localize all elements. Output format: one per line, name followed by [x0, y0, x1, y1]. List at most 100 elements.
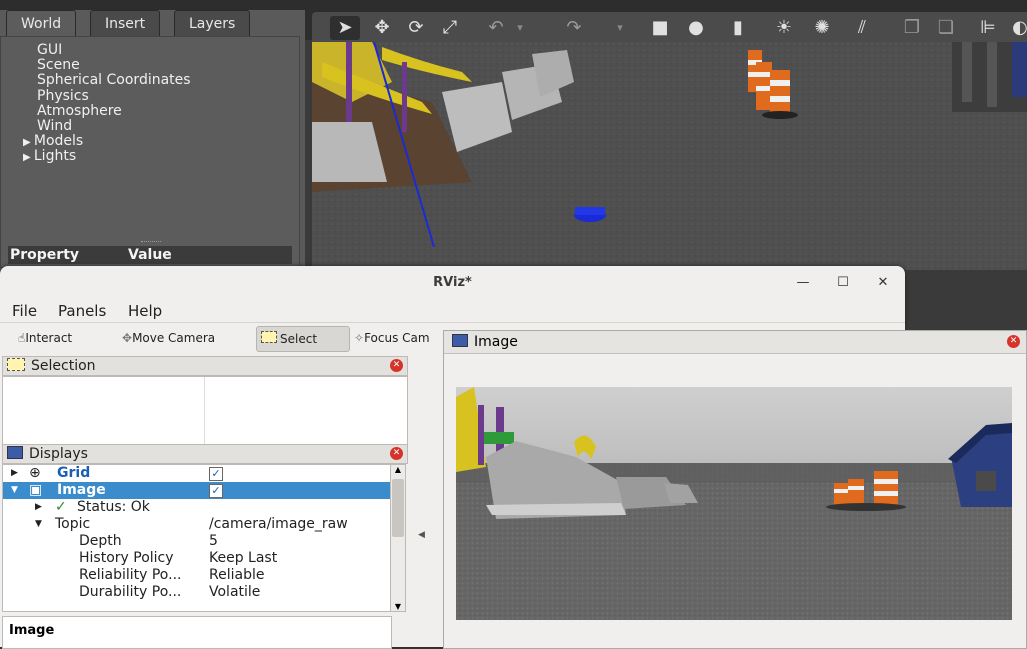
focus-camera-tool-label: Focus Cam [364, 331, 430, 345]
tree-item-wind[interactable]: Wind [37, 119, 72, 134]
redo-dropdown-icon[interactable]: ▾ [608, 16, 632, 40]
close-panel-icon[interactable]: ✕ [1007, 335, 1020, 348]
rotate-mode-icon[interactable]: ⟳ [404, 16, 428, 40]
copy-icon[interactable]: ❐ [900, 16, 924, 40]
displays-scrollbar[interactable]: ▲ ▼ [390, 464, 406, 612]
property-row-depth[interactable]: Depth 5 [3, 533, 391, 550]
grid-icon: ⊕ [29, 465, 41, 481]
gazebo-toolbar: ➤ ✥ ⟳ ⤢ ↶ ▾ ↷ ▾ ■ ● ▮ ☀ ✺ ⫽ ❐ ❏ ⊫ ◐ [312, 12, 1027, 44]
undo-dropdown-icon[interactable]: ▾ [508, 16, 532, 40]
tree-item-physics[interactable]: Physics [37, 89, 89, 104]
close-panel-icon[interactable]: ✕ [390, 359, 403, 372]
align-icon[interactable]: ⊫ [976, 16, 1000, 40]
image-display-window: Image ✕ [443, 330, 1027, 649]
tree-item-spherical-coordinates[interactable]: Spherical Coordinates [37, 73, 191, 88]
spot-light-icon[interactable]: ✺ [810, 16, 834, 40]
property-row-topic[interactable]: ▼ Topic /camera/image_raw [3, 516, 391, 533]
selection-panel-title: Selection [31, 358, 96, 374]
property-value[interactable]: /camera/image_raw [209, 516, 348, 533]
splitter-collapse-icon[interactable]: ◀ [418, 530, 425, 540]
selection-panel-body [2, 376, 408, 446]
menu-panels[interactable]: Panels [58, 302, 106, 320]
status-ok-icon: ✓ [55, 499, 67, 515]
maximize-icon[interactable]: ☐ [834, 274, 852, 292]
image-window-header[interactable]: Image ✕ [444, 331, 1026, 354]
scroll-up-icon[interactable]: ▲ [391, 465, 405, 474]
select-box-icon [261, 331, 277, 343]
gazebo-3d-view[interactable] [312, 42, 1027, 270]
scene-render [312, 42, 1027, 270]
paste-icon[interactable]: ❏ [934, 16, 958, 40]
display-row-grid[interactable]: ▶ ⊕ Grid ✓ [3, 465, 391, 482]
grid-enabled-checkbox[interactable]: ✓ [209, 465, 223, 482]
image-window-icon [452, 334, 468, 347]
display-label: Image [57, 482, 106, 498]
tab-layers[interactable]: Layers [174, 10, 251, 37]
expand-arrow-icon[interactable]: ▼ [35, 516, 42, 533]
redo-icon[interactable]: ↷ [562, 16, 586, 40]
expand-arrow-icon[interactable]: ▶ [23, 152, 34, 163]
tab-insert[interactable]: Insert [90, 10, 161, 37]
image-enabled-checkbox[interactable]: ✓ [209, 482, 223, 499]
focus-camera-tool[interactable]: ✧Focus Cam [350, 326, 434, 350]
cylinder-shape-icon[interactable]: ▮ [726, 16, 750, 40]
property-label: Status: Ok [77, 499, 150, 515]
move-camera-icon: ✥ [122, 331, 133, 345]
snap-icon[interactable]: ◐ [1008, 16, 1027, 40]
property-row-status[interactable]: ▶ ✓ Status: Ok [3, 499, 391, 516]
property-value[interactable]: Reliable [209, 567, 264, 584]
property-value[interactable]: Keep Last [209, 550, 277, 567]
property-row-durability-policy[interactable]: Durability Po... Volatile [3, 584, 391, 601]
property-row-history-policy[interactable]: History Policy Keep Last [3, 550, 391, 567]
undo-icon[interactable]: ↶ [484, 16, 508, 40]
camera-image [456, 387, 1012, 620]
select-tool[interactable]: Select [256, 326, 350, 352]
menu-help[interactable]: Help [128, 302, 162, 320]
collapse-arrow-icon[interactable]: ▶ [11, 465, 18, 482]
tree-item-lights-label: Lights [33, 148, 77, 164]
sphere-shape-icon[interactable]: ● [684, 16, 708, 40]
scroll-thumb[interactable] [392, 479, 404, 537]
select-mode-icon[interactable]: ➤ [330, 16, 360, 40]
scroll-down-icon[interactable]: ▼ [391, 602, 405, 611]
translate-mode-icon[interactable]: ✥ [370, 16, 394, 40]
world-tree: GUI Scene Spherical Coordinates Physics … [0, 36, 300, 268]
tree-item-scene[interactable]: Scene [37, 58, 80, 73]
property-row-reliability-policy[interactable]: Reliability Po... Reliable [3, 567, 391, 584]
monitor-icon [7, 446, 23, 459]
displays-panel-title: Displays [29, 446, 88, 462]
tree-item-gui[interactable]: GUI [37, 43, 62, 58]
expand-arrow-icon[interactable]: ▶ [23, 137, 34, 148]
window-title: RViz* [433, 275, 472, 290]
tree-item-models-label: Models [33, 133, 84, 149]
move-camera-tool-label: Move Camera [132, 331, 216, 345]
interact-tool-label: Interact [25, 331, 73, 345]
minimize-icon[interactable]: — [794, 274, 812, 292]
collapse-arrow-icon[interactable]: ▶ [35, 499, 42, 516]
tree-item-atmosphere[interactable]: Atmosphere [37, 104, 122, 119]
expand-arrow-icon[interactable]: ▼ [11, 482, 18, 499]
displays-panel-header: Displays ✕ [2, 444, 408, 464]
scale-mode-icon[interactable]: ⤢ [438, 16, 462, 40]
selection-icon [7, 358, 25, 371]
property-value[interactable]: 5 [209, 533, 218, 550]
property-column-header: Property [10, 247, 80, 263]
tab-world[interactable]: World [6, 10, 77, 37]
select-tool-label: Select [280, 332, 318, 346]
column-divider[interactable] [204, 377, 205, 445]
close-panel-icon[interactable]: ✕ [390, 447, 403, 460]
box-shape-icon[interactable]: ■ [648, 16, 672, 40]
move-camera-tool[interactable]: ✥Move Camera [118, 326, 219, 350]
interact-tool[interactable]: ☝Interact [14, 326, 76, 350]
description-panel: Image [2, 616, 392, 649]
menubar: File Panels Help [0, 300, 905, 322]
display-row-image[interactable]: ▼ ▣ Image ✓ [3, 482, 391, 499]
property-value[interactable]: Volatile [209, 584, 260, 601]
close-window-icon[interactable]: ✕ [874, 274, 892, 292]
focus-camera-icon: ✧ [354, 331, 365, 345]
directional-light-icon[interactable]: ⫽ [850, 16, 874, 40]
tree-item-lights[interactable]: ▶ Lights [23, 149, 76, 165]
point-light-icon[interactable]: ☀ [772, 16, 796, 40]
menu-file[interactable]: File [12, 302, 37, 320]
selection-panel-header: Selection ✕ [2, 356, 408, 376]
